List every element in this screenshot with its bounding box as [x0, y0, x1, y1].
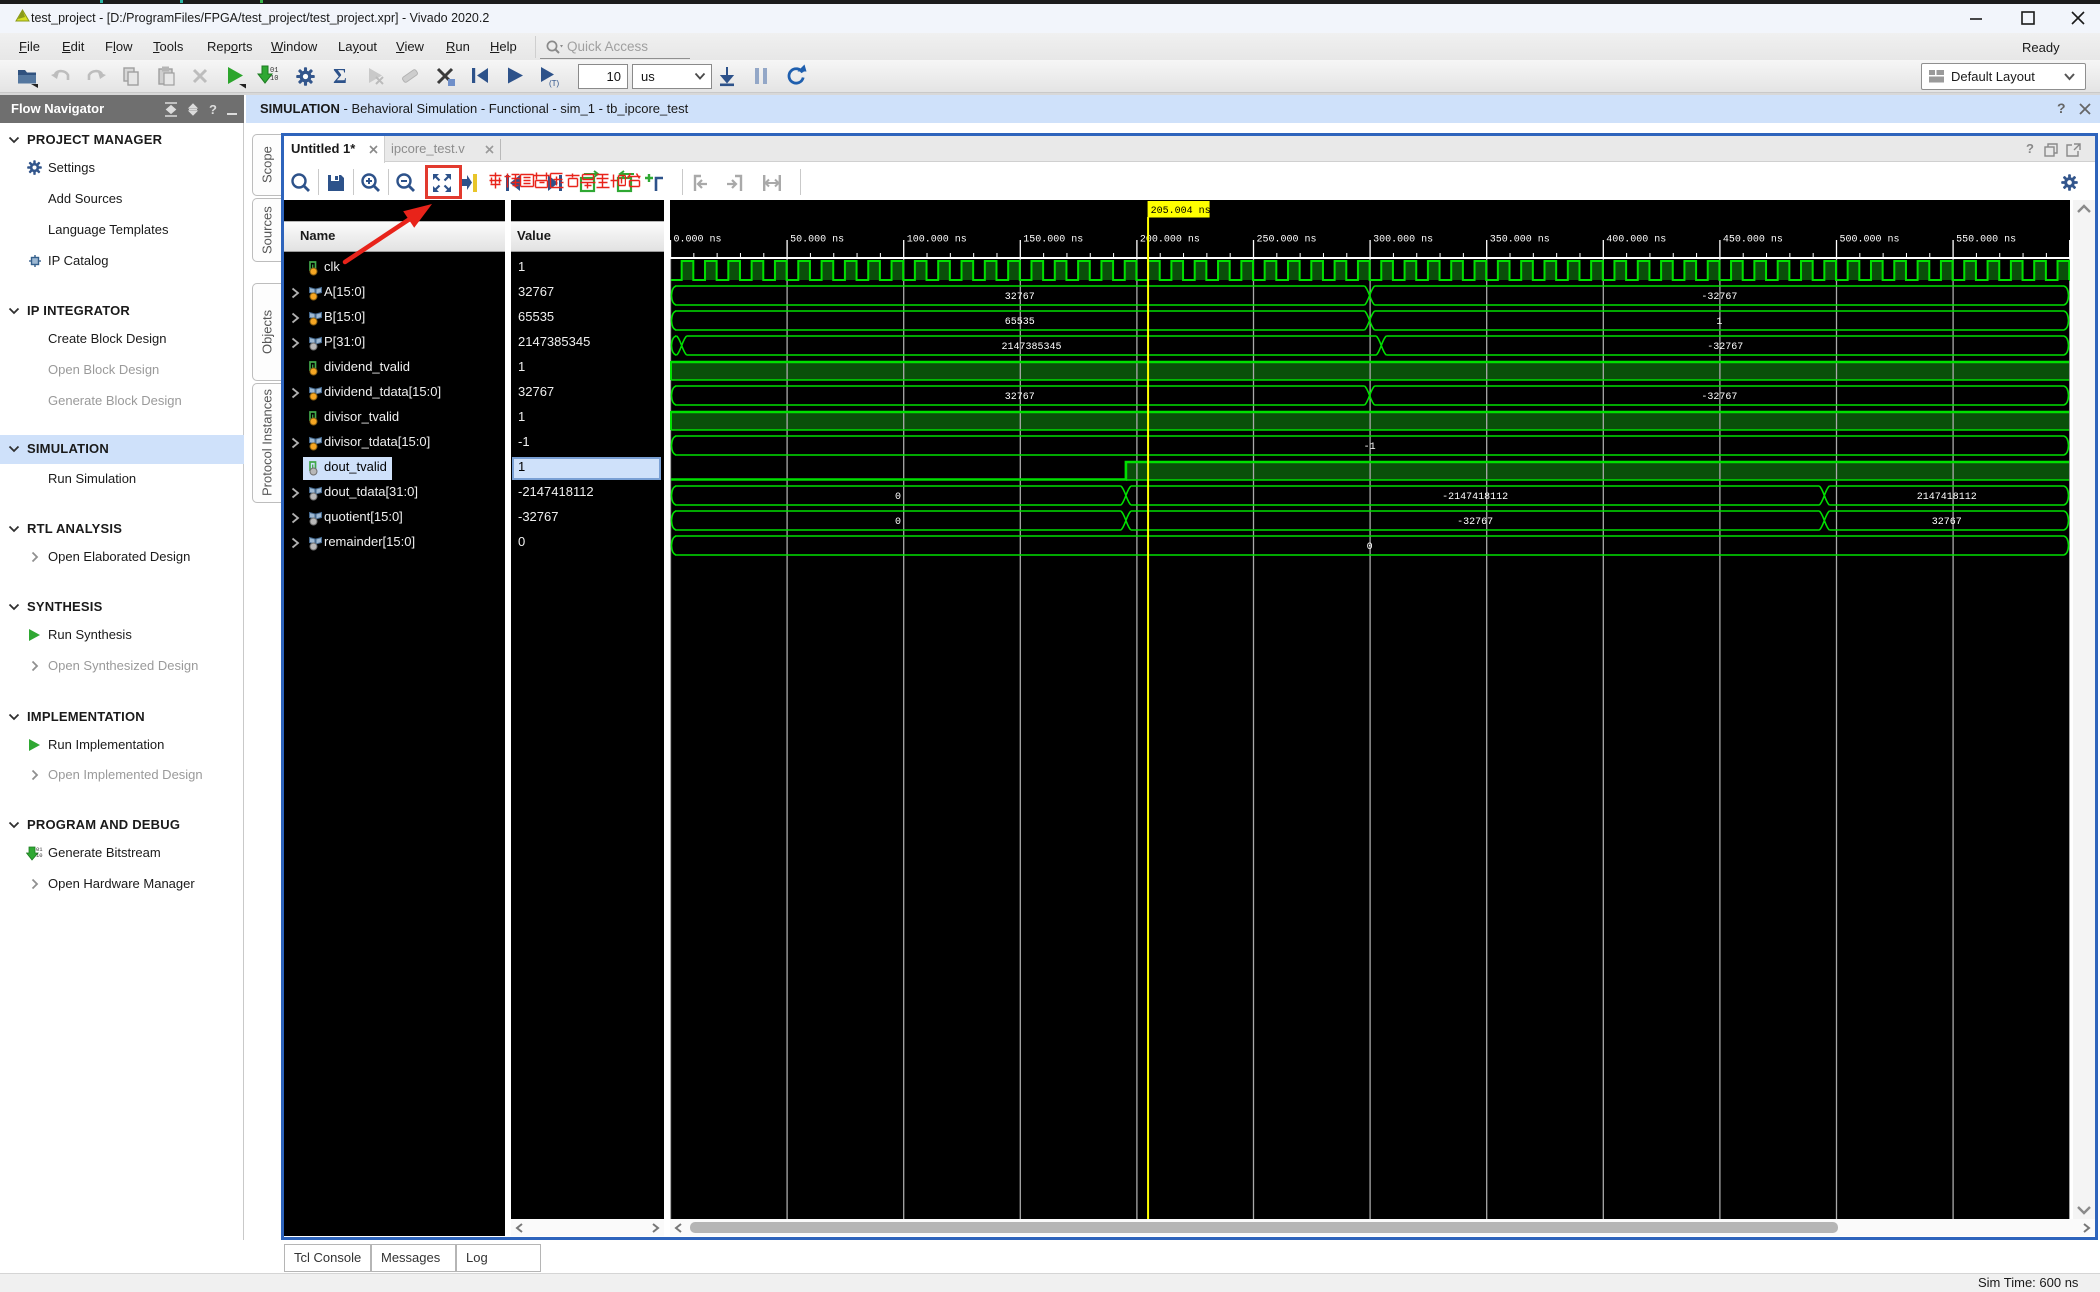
svg-text:1: 1 — [1716, 317, 1722, 328]
svg-text:150.000 ns: 150.000 ns — [1023, 235, 1083, 246]
svg-text:65535: 65535 — [1005, 317, 1035, 328]
svg-text:2147418112: 2147418112 — [1917, 492, 1977, 503]
svg-text:32767: 32767 — [1932, 517, 1962, 528]
svg-text:32767: 32767 — [1005, 292, 1035, 303]
svg-text:-32767: -32767 — [1457, 517, 1493, 528]
svg-text:-32767: -32767 — [1701, 392, 1737, 403]
svg-text:205.004 ns: 205.004 ns — [1151, 206, 1211, 217]
svg-text:(T): (T) — [549, 79, 560, 88]
svg-text:10: 10 — [270, 75, 278, 83]
svg-text:450.000 ns: 450.000 ns — [1723, 235, 1783, 246]
svg-text:0.000 ns: 0.000 ns — [674, 235, 722, 246]
svg-text:-2147418112: -2147418112 — [1442, 492, 1508, 503]
svg-text:10: 10 — [36, 852, 43, 859]
svg-text:32767: 32767 — [1005, 392, 1035, 403]
svg-text:01: 01 — [270, 67, 278, 75]
svg-text:100.000 ns: 100.000 ns — [907, 235, 967, 246]
svg-text:0: 0 — [895, 517, 901, 528]
svg-text:0: 0 — [895, 492, 901, 503]
svg-text:?: ? — [209, 102, 217, 117]
svg-text:550.000 ns: 550.000 ns — [1956, 235, 2016, 246]
svg-text:2147385345: 2147385345 — [1001, 342, 1061, 353]
svg-text:0: 0 — [1367, 542, 1373, 553]
svg-text:350.000 ns: 350.000 ns — [1490, 235, 1550, 246]
svg-text:Σ: Σ — [333, 64, 347, 88]
svg-text:400.000 ns: 400.000 ns — [1606, 235, 1666, 246]
svg-text:-32767: -32767 — [1701, 292, 1737, 303]
svg-text:250.000 ns: 250.000 ns — [1257, 235, 1317, 246]
svg-text:-1: -1 — [1364, 442, 1376, 453]
svg-text:500.000 ns: 500.000 ns — [1840, 235, 1900, 246]
svg-text:50.000 ns: 50.000 ns — [790, 235, 844, 246]
svg-text:-32767: -32767 — [1707, 342, 1743, 353]
svg-text:300.000 ns: 300.000 ns — [1373, 235, 1433, 246]
